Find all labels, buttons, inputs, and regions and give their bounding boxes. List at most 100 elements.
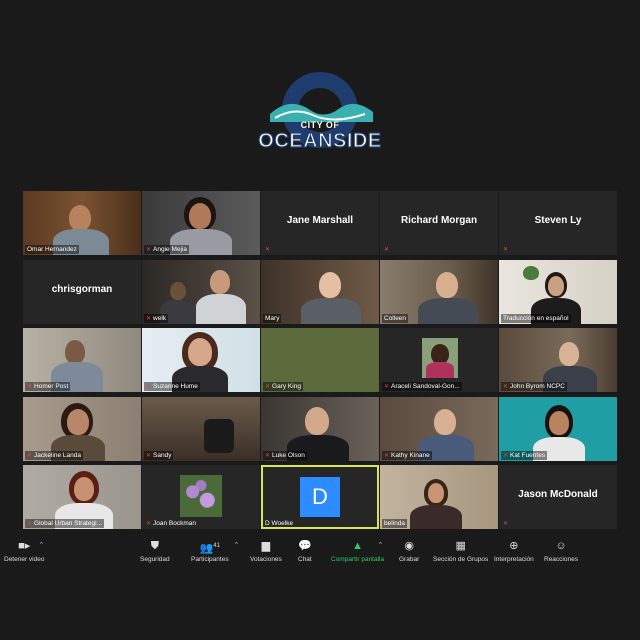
logo-city-of: CITY OF — [300, 120, 340, 130]
muted-mic-icon: ✕ — [146, 453, 152, 459]
globe-icon: ⊕ — [509, 540, 519, 552]
participant-name: welk — [153, 315, 167, 322]
participant-name: Omar Hernandez — [27, 246, 77, 253]
shield-icon: ⛊ — [150, 540, 159, 552]
office-chair — [204, 419, 234, 453]
participant-name: Suzanne Hume — [153, 383, 198, 390]
participant-display-name: chrisgorman — [51, 284, 113, 295]
reactions-button[interactable]: ☺ Reacciones — [544, 540, 578, 563]
city-of-oceanside-logo: CITY OF OCEANSIDE — [255, 68, 385, 160]
share-screen-icon: ▲ — [352, 540, 363, 552]
bar-chart-icon: ▆ — [261, 540, 271, 552]
participant-name: belinda — [384, 520, 405, 527]
participant-name: Jackeline Landa — [34, 452, 82, 459]
participant-tile[interactable]: Steven Ly ✕ — [499, 191, 617, 255]
smiley-icon: ☺ — [555, 540, 567, 552]
participant-name: Angie Mejia — [153, 246, 187, 253]
participant-tile[interactable]: Omar Hernandez — [23, 191, 141, 255]
muted-mic-icon: ✕ — [503, 384, 509, 390]
chat-bubble-icon: 💬 — [298, 540, 312, 552]
participant-tile[interactable]: ✕ Global Urban Strategi... — [23, 465, 141, 529]
participant-tile[interactable]: ✕ Kathy Kinane — [380, 397, 498, 461]
muted-mic-icon: ✕ — [27, 453, 33, 459]
participant-tile[interactable]: Jason McDonald ✕ — [499, 465, 617, 529]
participant-name: Sandy — [153, 452, 172, 459]
participant-tile[interactable]: ✕ Gary King — [261, 328, 379, 392]
participant-name: Gary King — [272, 383, 301, 390]
participant-name: Luke Olson — [272, 452, 305, 459]
chat-button[interactable]: 💬 Chat — [298, 540, 312, 563]
participant-tile[interactable]: Colleen — [380, 260, 498, 324]
participant-tile[interactable]: Traducción en español — [499, 260, 617, 324]
muted-mic-icon: ✕ — [503, 247, 509, 253]
participant-display-name: Richard Morgan — [400, 215, 478, 226]
muted-mic-icon: ✕ — [146, 384, 152, 390]
participant-tile[interactable]: ✕ Kat Fuentes — [499, 397, 617, 461]
muted-mic-icon: ✕ — [265, 247, 271, 253]
participant-name: Kathy Kinane — [391, 452, 430, 459]
participant-tile[interactable]: ✕ John Byrom NCPC — [499, 328, 617, 392]
participants-count: 41 — [213, 543, 220, 549]
participant-display-name: Jane Marshall — [286, 215, 354, 226]
participant-tile[interactable]: Richard Morgan ✕ — [380, 191, 498, 255]
participant-tile[interactable]: ✕ Sandy — [142, 397, 260, 461]
video-camera-icon: ■▸ — [18, 540, 31, 552]
participant-tile[interactable]: ✕ Homer Post — [23, 328, 141, 392]
muted-mic-icon: ✕ — [503, 521, 509, 527]
muted-mic-icon: ✕ — [384, 453, 390, 459]
stop-video-button[interactable]: ■▸ Detener video — [4, 540, 44, 563]
muted-mic-icon: ✕ — [503, 453, 509, 459]
chevron-up-icon[interactable]: ^ — [235, 542, 238, 548]
participant-tile[interactable]: ✕ Joan Bockman — [142, 465, 260, 529]
participant-tile[interactable]: chrisgorman — [23, 260, 141, 324]
participant-tile[interactable]: ✕ Araceli Sandoval-Gon... — [380, 328, 498, 392]
participant-photo — [422, 338, 458, 378]
participant-tile-active-speaker[interactable]: D D Woelke — [261, 465, 379, 529]
muted-mic-icon: ✕ — [27, 521, 33, 527]
share-screen-button[interactable]: ▲ Compartir pantalla — [331, 540, 384, 563]
muted-mic-icon: ✕ — [146, 316, 152, 322]
participant-name: John Byrom NCPC — [510, 383, 565, 390]
participant-name: Homer Post — [34, 383, 69, 390]
participant-name: D Woelke — [265, 520, 294, 527]
security-button[interactable]: ⛊ Seguridad — [140, 540, 170, 563]
muted-mic-icon: ✕ — [265, 384, 271, 390]
participant-name: Kat Fuentes — [510, 452, 546, 459]
participant-tile[interactable]: ✕ welk — [142, 260, 260, 324]
participant-tile[interactable]: belinda — [380, 465, 498, 529]
avatar: D — [300, 477, 340, 517]
polls-button[interactable]: ▆ Votaciones — [250, 540, 282, 563]
muted-mic-icon: ✕ — [384, 384, 390, 390]
logo-oceanside: OCEANSIDE — [258, 129, 382, 152]
grid-icon: ▦ — [455, 540, 466, 552]
participant-tile[interactable]: ✕ Jackeline Landa — [23, 397, 141, 461]
participant-name: Araceli Sandoval-Gon... — [391, 383, 460, 390]
people-icon: 👥41 — [199, 542, 220, 555]
participant-tile[interactable]: ✕ Luke Olson — [261, 397, 379, 461]
participant-name: Joan Bockman — [153, 520, 197, 527]
participant-tile[interactable]: ✕ Suzanne Hume — [142, 328, 260, 392]
record-button[interactable]: ◉ Grabar — [399, 540, 419, 563]
participant-display-name: Jason McDonald — [518, 489, 598, 500]
meeting-toolbar: ■▸ Detener video ^ ⛊ Seguridad 👥41 Parti… — [0, 540, 640, 576]
participant-name: Colleen — [384, 315, 407, 322]
participant-tile[interactable]: ✕ Angie Mejia — [142, 191, 260, 255]
breakout-rooms-button[interactable]: ▦ Sección de Grupos — [433, 540, 488, 563]
muted-mic-icon: ✕ — [146, 247, 152, 253]
record-icon: ◉ — [404, 540, 414, 552]
participant-tile[interactable]: Mary — [261, 260, 379, 324]
participant-display-name: Steven Ly — [534, 215, 582, 226]
chevron-up-icon[interactable]: ^ — [379, 542, 382, 548]
interpretation-button[interactable]: ⊕ Interpretación — [494, 540, 534, 563]
muted-mic-icon: ✕ — [265, 453, 271, 459]
participants-button[interactable]: 👥41 Participantes — [191, 540, 229, 563]
participant-name: Traducción en español — [503, 315, 569, 322]
muted-mic-icon: ✕ — [27, 384, 33, 390]
chevron-up-icon[interactable]: ^ — [40, 542, 43, 548]
muted-mic-icon: ✕ — [384, 247, 390, 253]
participant-name: Mary — [265, 315, 280, 322]
flower-photo — [180, 475, 222, 517]
participant-name: Global Urban Strategi... — [34, 520, 102, 527]
muted-mic-icon: ✕ — [146, 521, 152, 527]
participant-tile[interactable]: Jane Marshall ✕ — [261, 191, 379, 255]
